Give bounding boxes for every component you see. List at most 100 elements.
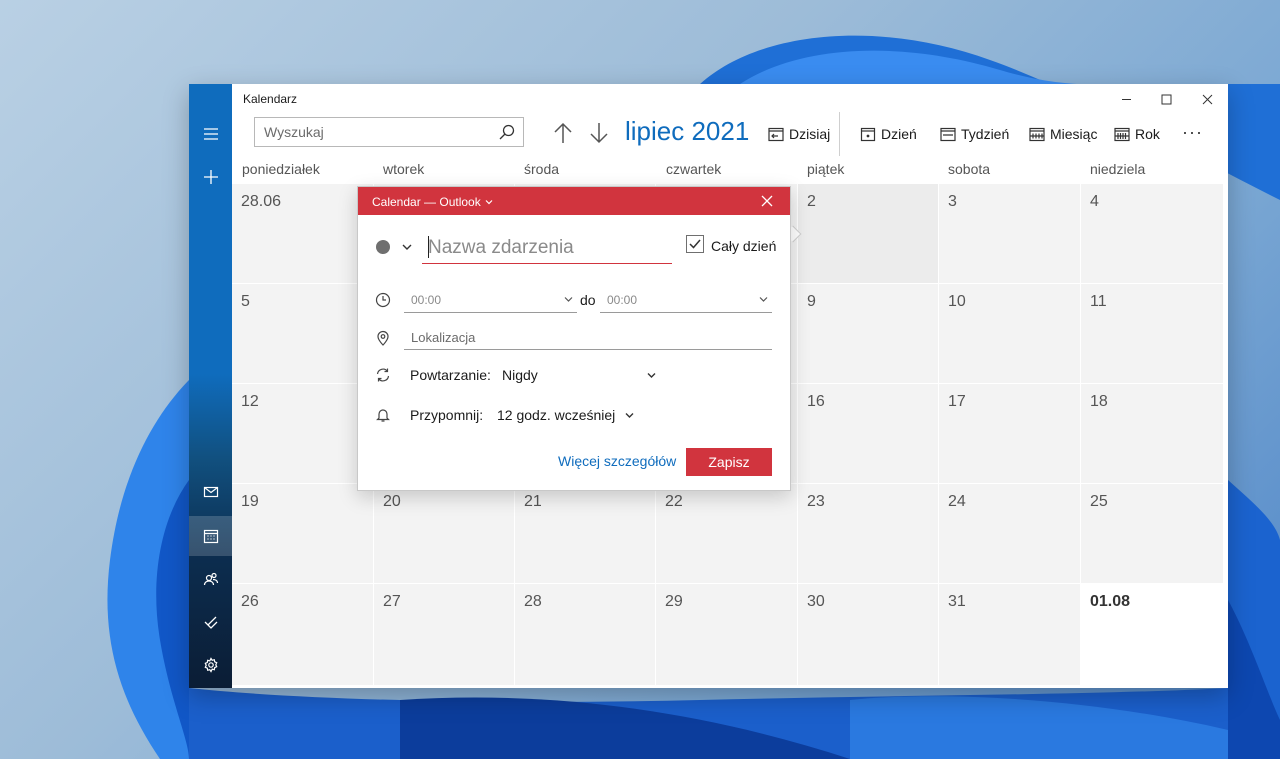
day-cell[interactable]: 27 xyxy=(374,584,515,686)
today-icon xyxy=(768,127,784,142)
day-number: 4 xyxy=(1090,193,1099,210)
month-view-button[interactable]: Miesiąc xyxy=(1029,122,1097,146)
chevron-down-icon[interactable] xyxy=(402,243,412,251)
day-cell[interactable]: 4 xyxy=(1081,184,1224,284)
weekday-header: środa xyxy=(524,161,560,177)
location-input[interactable] xyxy=(404,326,772,350)
close-icon xyxy=(1202,94,1212,104)
all-day-checkbox[interactable] xyxy=(686,235,704,253)
day-cell[interactable]: 19 xyxy=(232,484,374,584)
day-cell[interactable]: 01.08 xyxy=(1081,584,1224,686)
calendar-selector[interactable]: Calendar — Outlook xyxy=(372,195,493,209)
end-time-value: 00:00 xyxy=(607,293,638,307)
more-options-button[interactable]: ··· xyxy=(1182,122,1202,146)
minimize-button[interactable] xyxy=(1106,84,1146,114)
minimize-icon xyxy=(1121,98,1131,100)
day-cell[interactable]: 28.06 xyxy=(232,184,374,284)
day-number: 01.08 xyxy=(1090,593,1131,610)
day-number: 28 xyxy=(524,593,542,610)
menu-button[interactable] xyxy=(189,114,232,154)
more-details-link[interactable]: Więcej szczegółów xyxy=(558,453,676,469)
search-icon[interactable] xyxy=(499,124,515,140)
day-cell[interactable]: 18 xyxy=(1081,384,1224,484)
day-number: 28.06 xyxy=(241,193,282,210)
popup-header: Calendar — Outlook xyxy=(358,187,790,215)
day-cell[interactable]: 3 xyxy=(939,184,1081,284)
day-cell[interactable]: 20 xyxy=(374,484,515,584)
day-cell[interactable]: 30 xyxy=(798,584,939,686)
plus-icon xyxy=(203,170,218,184)
repeat-dropdown[interactable]: Nigdy xyxy=(502,367,656,383)
day-cell[interactable]: 17 xyxy=(939,384,1081,484)
location-icon xyxy=(377,330,389,346)
bell-icon xyxy=(376,409,390,422)
day-number: 16 xyxy=(807,393,825,410)
day-number: 18 xyxy=(1090,393,1108,410)
today-button[interactable]: Dzisiaj xyxy=(768,122,830,146)
chevron-down-icon xyxy=(485,200,493,205)
day-cell[interactable]: 12 xyxy=(232,384,374,484)
maximize-button[interactable] xyxy=(1146,84,1186,114)
day-number: 12 xyxy=(241,393,259,410)
close-icon[interactable] xyxy=(760,194,774,208)
day-cell[interactable]: 24 xyxy=(939,484,1081,584)
start-time-dropdown[interactable]: 00:00 xyxy=(404,287,577,313)
day-number: 17 xyxy=(948,393,966,410)
day-cell[interactable]: 28 xyxy=(515,584,656,686)
day-number: 3 xyxy=(948,193,957,210)
weekday-header: sobota xyxy=(948,161,991,177)
day-cell[interactable]: 2 xyxy=(798,184,939,284)
end-time-dropdown[interactable]: 00:00 xyxy=(600,287,772,313)
new-event-button[interactable] xyxy=(189,157,232,197)
repeat-label: Powtarzanie: xyxy=(410,367,491,383)
day-cell[interactable]: 5 xyxy=(232,284,374,384)
event-name-input[interactable] xyxy=(422,232,672,264)
day-cell[interactable]: 10 xyxy=(939,284,1081,384)
month-title[interactable]: lipiec 2021 xyxy=(625,116,749,147)
start-time-value: 00:00 xyxy=(411,293,442,307)
repeat-value: Nigdy xyxy=(502,367,538,383)
mail-icon xyxy=(203,486,218,498)
close-window-button[interactable] xyxy=(1187,84,1227,114)
year-view-button[interactable]: Rok xyxy=(1114,122,1160,146)
chevron-down-icon xyxy=(625,412,634,418)
day-cell[interactable]: 21 xyxy=(515,484,656,584)
people-button[interactable] xyxy=(189,559,232,599)
maximize-icon xyxy=(1161,94,1171,104)
day-cell[interactable]: 26 xyxy=(232,584,374,686)
day-number: 20 xyxy=(383,493,401,510)
day-cell[interactable]: 29 xyxy=(656,584,798,686)
week-view-label: Tydzień xyxy=(961,126,1010,142)
day-cell[interactable]: 22 xyxy=(656,484,798,584)
all-day-label: Cały dzień xyxy=(711,238,777,254)
navigation-sidebar xyxy=(189,84,232,688)
remind-dropdown[interactable]: 12 godz. wcześniej xyxy=(497,407,634,423)
day-cell[interactable]: 11 xyxy=(1081,284,1224,384)
calendar-button[interactable] xyxy=(189,516,232,556)
remind-value: 12 godz. wcześniej xyxy=(497,407,616,423)
gear-icon xyxy=(204,657,217,673)
day-cell[interactable]: 25 xyxy=(1081,484,1224,584)
settings-button[interactable] xyxy=(189,645,232,685)
weekday-header: czwartek xyxy=(666,161,722,177)
event-color-dot[interactable] xyxy=(376,240,390,254)
weekday-header: poniedziałek xyxy=(242,161,320,177)
arrow-down-icon[interactable] xyxy=(588,121,610,145)
save-button[interactable]: Zapisz xyxy=(686,448,772,476)
arrow-up-icon[interactable] xyxy=(552,121,574,145)
todo-button[interactable] xyxy=(189,602,232,642)
mail-button[interactable] xyxy=(189,472,232,512)
week-view-button[interactable]: Tydzień xyxy=(940,122,1009,146)
hamburger-icon xyxy=(203,128,218,140)
to-label: do xyxy=(580,292,596,308)
day-cell[interactable]: 9 xyxy=(798,284,939,384)
day-cell[interactable]: 31 xyxy=(939,584,1081,686)
quick-event-popup: Calendar — Outlook Cały dzień 00:00 do 0… xyxy=(357,186,791,491)
day-number: 9 xyxy=(807,293,816,310)
day-number: 24 xyxy=(948,493,966,510)
day-view-button[interactable]: Dzień xyxy=(860,122,917,146)
search-input[interactable] xyxy=(264,118,494,146)
todo-icon xyxy=(204,616,217,629)
day-cell[interactable]: 16 xyxy=(798,384,939,484)
day-cell[interactable]: 23 xyxy=(798,484,939,584)
